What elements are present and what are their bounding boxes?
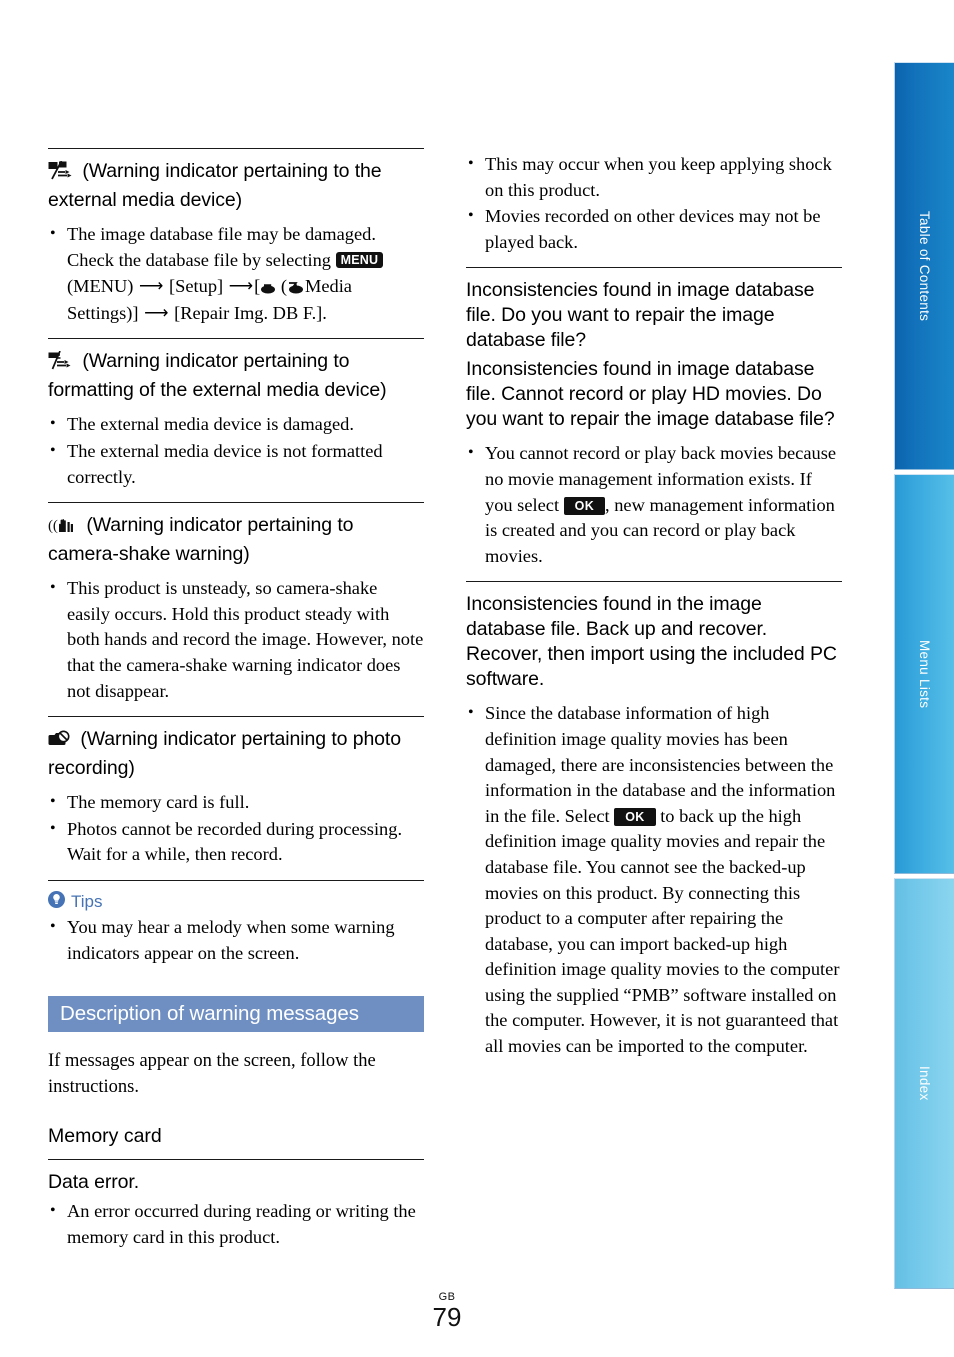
divider [48, 879, 424, 881]
camera-shake-warning-heading: (( (Warning indicator pertaining to came… [48, 513, 424, 567]
media-icon [260, 280, 276, 295]
page-footer: GB 79 [0, 1292, 894, 1332]
sidebar-tab-label: Table of Contents [917, 210, 932, 322]
list-item: You may hear a melody when some warning … [48, 914, 424, 966]
list-item: An error occurred during reading or writ… [48, 1198, 424, 1250]
sidebar-tab-label: Index [917, 1066, 932, 1101]
menu-chip: MENU [335, 252, 384, 268]
list-item: The image database file may be damaged. … [48, 221, 424, 326]
list-item: You cannot record or play back movies be… [466, 440, 842, 569]
external-media-warning-icon [48, 160, 74, 188]
photo-recording-bullets: The memory card is full. Photos cannot b… [48, 789, 424, 868]
message-heading-repair-db-1: Inconsistencies found in image database … [466, 279, 815, 352]
bullet-text-post: to back up the high definition image qua… [485, 805, 840, 1057]
list-item: This may occur when you keep applying sh… [466, 151, 842, 203]
section-title-bar: Description of warning messages [48, 996, 424, 1033]
external-media-warning-bullets: The image database file may be damaged. … [48, 221, 424, 326]
side-tab-rail: Table of Contents Menu Lists Index [894, 0, 954, 1357]
list-item: The external media device is damaged. [48, 411, 424, 438]
repair-db-bullets: You cannot record or play back movies be… [466, 440, 842, 569]
list-item: This product is unsteady, so camera-shak… [48, 575, 424, 704]
list-item: Since the database information of high d… [466, 700, 842, 1059]
external-media-warning-heading-text: (Warning indicator pertaining to the ext… [48, 160, 382, 211]
message-heading-backup-recover: Inconsistencies found in the image datab… [466, 593, 837, 691]
divider [48, 338, 424, 340]
external-media-format-warning-icon [48, 351, 74, 378]
divider [48, 716, 424, 718]
sidebar-tab-table-of-contents[interactable]: Table of Contents [894, 62, 954, 470]
external-media-format-bullets: The external media device is damaged. Th… [48, 411, 424, 490]
backup-recover-bullets: Since the database information of high d… [466, 700, 842, 1059]
arrow-icon: ⟶ [228, 276, 254, 296]
ok-chip: OK [614, 808, 656, 826]
left-column: (Warning indicator pertaining to the ext… [48, 148, 424, 1262]
external-media-format-warning-heading: (Warning indicator pertaining to formatt… [48, 349, 424, 403]
photo-recording-warning-heading-text: (Warning indicator pertaining to photo r… [48, 728, 401, 780]
bullet-text-repair: [Repair Img. DB F.]. [174, 302, 327, 323]
tips-label: Tips [71, 891, 103, 911]
list-item: The memory card is full. [48, 789, 424, 816]
svg-text:((: (( [48, 518, 58, 534]
divider [48, 502, 424, 504]
data-error-bullets: An error occurred during reading or writ… [48, 1198, 424, 1250]
ok-chip: OK [563, 497, 606, 515]
photo-recording-warning-heading: (Warning indicator pertaining to photo r… [48, 727, 424, 781]
tips-header: Tips [48, 890, 424, 913]
media-settings-icon [287, 280, 305, 295]
tips-lightbulb-icon [48, 890, 65, 913]
divider [48, 1159, 424, 1161]
camera-shake-warning-icon: (( [48, 515, 78, 542]
page-number: 79 [432, 1302, 462, 1332]
arrow-icon: ⟶ [139, 276, 164, 296]
message-heading-repair-db-2: Inconsistencies found in image database … [466, 358, 835, 431]
external-media-format-warning-heading-text: (Warning indicator pertaining to formatt… [48, 350, 387, 402]
tips-bullets: You may hear a melody when some warning … [48, 914, 424, 966]
external-media-warning-heading: (Warning indicator pertaining to the ext… [48, 159, 424, 213]
arrow-icon: ⟶ [144, 302, 169, 322]
list-item: Movies recorded on other devices may not… [466, 203, 842, 255]
continued-bullets: This may occur when you keep applying sh… [466, 151, 842, 255]
subsection-title-memory-card: Memory card [48, 1125, 162, 1148]
sidebar-tab-menu-lists[interactable]: Menu Lists [894, 474, 954, 874]
section-intro: If messages appear on the screen, follow… [48, 1051, 376, 1098]
list-item: Photos cannot be recorded during process… [48, 816, 424, 868]
right-column: This may occur when you keep applying sh… [466, 148, 842, 1072]
bullet-text-pre: The image database file may be damaged. … [67, 224, 376, 270]
sidebar-tab-label: Menu Lists [917, 639, 932, 709]
bullet-text-menu: (MENU) [67, 276, 134, 297]
camera-shake-warning-heading-text: (Warning indicator pertaining to camera-… [48, 514, 354, 566]
photo-recording-warning-icon [48, 729, 72, 756]
divider [48, 148, 424, 149]
sidebar-tab-index[interactable]: Index [894, 878, 954, 1289]
divider [466, 581, 842, 583]
bullet-text-setup: [Setup] [169, 276, 224, 297]
list-item: The external media device is not formatt… [48, 438, 424, 490]
message-heading-data-error: Data error. [48, 1171, 140, 1194]
divider [466, 267, 842, 269]
manual-page: (Warning indicator pertaining to the ext… [0, 0, 954, 1357]
camera-shake-bullets: This product is unsteady, so camera-shak… [48, 575, 424, 704]
